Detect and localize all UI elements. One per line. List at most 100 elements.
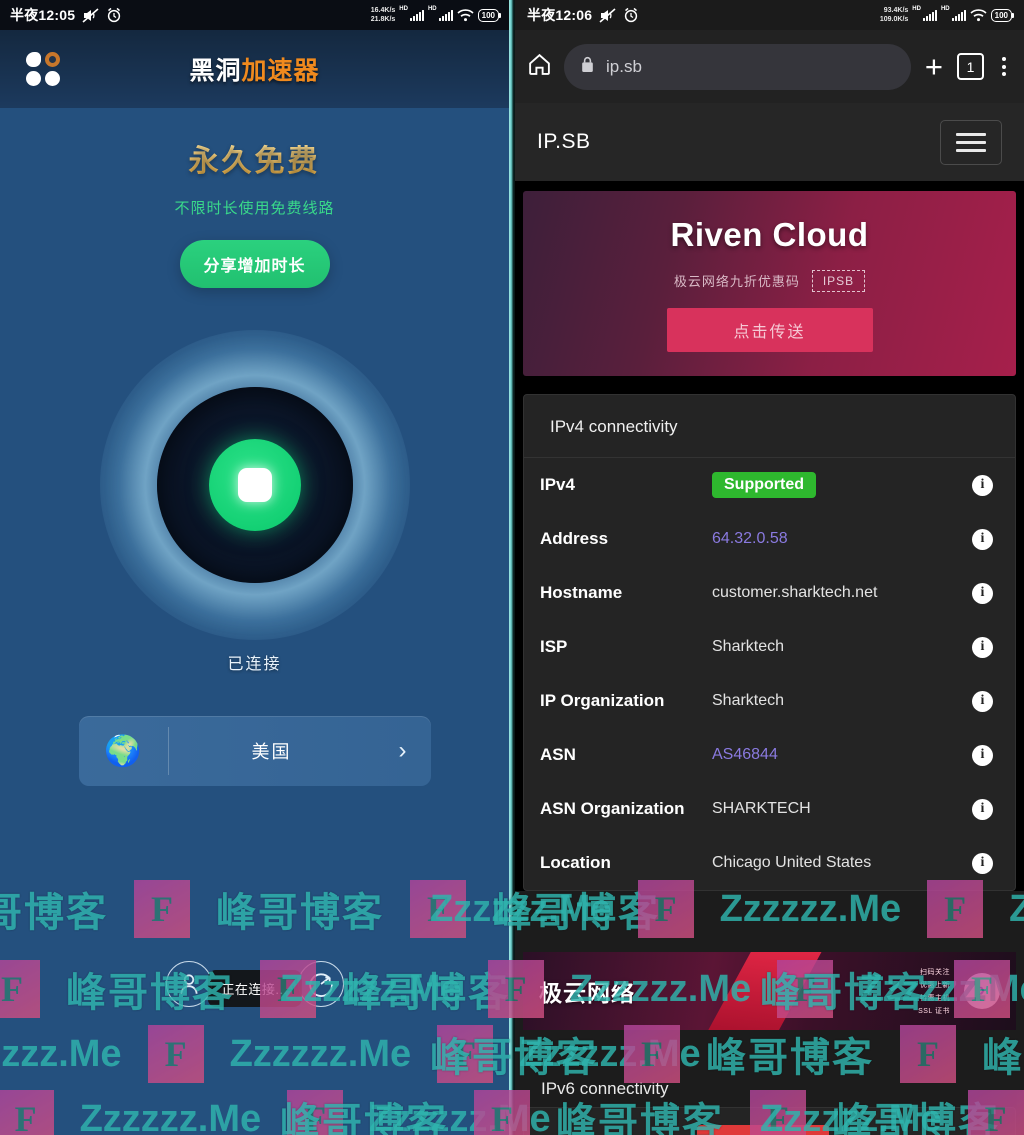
server-name: 美国 bbox=[251, 742, 292, 762]
battery-indicator: 100 bbox=[477, 8, 502, 22]
hamburger-icon[interactable] bbox=[940, 119, 1002, 165]
ipv4-rows: IPv4 Supported i Address 64.32.0.58 i Hostname… bbox=[524, 457, 1015, 890]
promo-subtitle: 不限时长使用免费线路 bbox=[174, 200, 335, 217]
url-text: ip.sb bbox=[606, 56, 642, 76]
orb-core bbox=[156, 387, 353, 583]
connecting-toast: 正在连接... bbox=[207, 970, 302, 1007]
row-value: Sharktech bbox=[712, 638, 785, 655]
plus-icon[interactable]: + bbox=[923, 51, 945, 82]
chevron-right-icon: › bbox=[398, 737, 407, 764]
status-right-group-2: 93.4K/s 109.0K/s HD HD 100 bbox=[880, 6, 1015, 24]
table-row: IPv4 Supported i bbox=[524, 458, 1015, 512]
table-row: ISP Sharktech i bbox=[524, 620, 1015, 674]
row-label: IPv4 bbox=[540, 475, 575, 494]
ipv6-section-heading: IPv6 connectivity bbox=[541, 1079, 669, 1098]
info-icon[interactable]: i bbox=[972, 528, 993, 550]
mute-icon bbox=[599, 7, 616, 23]
floating-ad-line-1: 扫码关注 bbox=[920, 968, 950, 976]
speed-down-text: 16.4K/s bbox=[370, 7, 396, 14]
row-value: Chicago United States bbox=[712, 854, 872, 871]
dual-screenshot: 半夜12:05 16.4K/s 21.8K/s HD HD 100 黑洞加速器 … bbox=[0, 0, 1024, 1135]
info-icon[interactable]: i bbox=[972, 744, 993, 766]
speed-up-text: 21.8K/s bbox=[370, 16, 396, 23]
app-title-accent: 加速器 bbox=[241, 57, 320, 85]
vpn-app-panel: 半夜12:05 16.4K/s 21.8K/s HD HD 100 黑洞加速器 … bbox=[0, 0, 509, 1135]
address-bar[interactable]: ip.sb bbox=[564, 43, 911, 90]
clock-text: 半夜12:05 bbox=[10, 7, 76, 23]
network-speed-2: 93.4K/s 109.0K/s bbox=[880, 6, 908, 24]
info-icon[interactable]: i bbox=[972, 474, 993, 496]
signal-bars-icon-4 bbox=[951, 9, 966, 21]
site-title: IP.SB bbox=[537, 130, 591, 153]
speed-down-text-2: 93.4K/s bbox=[883, 7, 909, 14]
mute-icon bbox=[82, 7, 99, 23]
kebab-menu-icon[interactable] bbox=[996, 57, 1012, 76]
row-value[interactable]: AS46844 bbox=[712, 746, 972, 764]
row-label: IP Organization bbox=[540, 691, 665, 710]
server-selector[interactable]: 🌍 美国 › bbox=[78, 716, 431, 786]
info-icon[interactable]: i bbox=[972, 582, 993, 604]
ad-subtitle: 极云网络九折优惠码 bbox=[673, 274, 800, 289]
home-icon[interactable] bbox=[527, 52, 552, 82]
app-header: 黑洞加速器 bbox=[0, 30, 509, 108]
ad-cta-button[interactable]: 点击传送 bbox=[666, 307, 873, 352]
battery-indicator-2: 100 bbox=[990, 8, 1015, 22]
panel-divider bbox=[509, 0, 515, 1135]
signal-bars-icon-1 bbox=[409, 9, 424, 21]
row-value[interactable]: 64.32.0.58 bbox=[712, 530, 972, 548]
ad-title: Riven Cloud bbox=[670, 215, 869, 253]
page-content: Riven Cloud 极云网络九折优惠码 IPSB 点击传送 IPv4 con… bbox=[515, 181, 1024, 891]
info-icon[interactable]: i bbox=[972, 852, 993, 874]
globe-icon: 🌍 bbox=[79, 727, 169, 775]
promo-section: 永久免费 不限时长使用免费线路 分享增加时长 bbox=[0, 108, 509, 288]
tab-count-button[interactable]: 1 bbox=[957, 53, 984, 80]
stop-square-icon[interactable] bbox=[208, 439, 301, 531]
ipv6-card bbox=[523, 1107, 1016, 1135]
table-row: ASN AS46844 i bbox=[524, 728, 1015, 782]
row-value: Supported bbox=[712, 472, 972, 498]
floating-ad-line-3: 特惠主机 bbox=[920, 994, 950, 1002]
table-row: Address 64.32.0.58 i bbox=[524, 512, 1015, 566]
site-header: IP.SB bbox=[515, 103, 1024, 181]
connect-button[interactable] bbox=[99, 330, 410, 640]
row-value: Sharktech bbox=[712, 692, 785, 709]
info-icon[interactable]: i bbox=[972, 690, 993, 712]
ad-banner[interactable]: Riven Cloud 极云网络九折优惠码 IPSB 点击传送 bbox=[523, 191, 1016, 376]
left-status-bar: 半夜12:05 16.4K/s 21.8K/s HD HD 100 bbox=[0, 0, 509, 30]
account-icon[interactable] bbox=[165, 961, 212, 1007]
info-icon[interactable]: i bbox=[972, 636, 993, 658]
ad-subtitle-row: 极云网络九折优惠码 IPSB bbox=[673, 269, 866, 292]
chevron-right-icon[interactable]: › bbox=[964, 973, 1000, 1009]
floating-ad[interactable]: 极云网络 扫码关注 优惠上新 特惠主机 SSL 证书 › bbox=[523, 952, 1016, 1030]
app-title: 黑洞加速器 bbox=[0, 51, 509, 87]
floating-ad-title: 极云网络 bbox=[539, 980, 635, 1006]
signal-bars-icon-3 bbox=[922, 9, 937, 21]
row-value: customer.sharktech.net bbox=[712, 584, 878, 601]
ad-coupon-code[interactable]: IPSB bbox=[811, 269, 866, 292]
row-label: Address bbox=[540, 529, 609, 548]
table-row: Hostname customer.sharktech.net i bbox=[524, 566, 1015, 620]
promo-title: 永久免费 bbox=[0, 136, 509, 180]
speedtest-icon[interactable] bbox=[297, 961, 344, 1007]
row-value: SHARKTECH bbox=[712, 800, 811, 817]
clock-text-2: 半夜12:06 bbox=[527, 7, 593, 23]
hd-label-1: HD bbox=[399, 6, 408, 12]
network-speed: 16.4K/s 21.8K/s bbox=[371, 6, 396, 24]
right-status-bar: 半夜12:06 93.4K/s 109.0K/s HD HD 100 bbox=[515, 0, 1024, 30]
info-icon[interactable]: i bbox=[972, 798, 993, 820]
status-right-group: 16.4K/s 21.8K/s HD HD 100 bbox=[371, 6, 502, 24]
row-label: Location bbox=[540, 853, 611, 872]
wifi-icon bbox=[970, 8, 987, 21]
table-row: IP Organization Sharktech i bbox=[524, 674, 1015, 728]
stop-square-glyph bbox=[237, 468, 272, 502]
hd-label-2: HD bbox=[427, 6, 437, 12]
lock-icon bbox=[580, 56, 595, 78]
connection-status-text: 已连接 bbox=[227, 656, 282, 673]
share-button[interactable]: 分享增加时长 bbox=[179, 240, 330, 288]
hd-label-4: HD bbox=[940, 6, 950, 12]
table-row: ASN Organization SHARKTECH i bbox=[524, 782, 1015, 836]
wifi-icon bbox=[457, 8, 474, 21]
ipv6-status-badge bbox=[697, 1125, 829, 1135]
status-left-group: 半夜12:05 bbox=[10, 5, 122, 25]
floating-ad-line-4: SSL 证书 bbox=[918, 1007, 950, 1015]
